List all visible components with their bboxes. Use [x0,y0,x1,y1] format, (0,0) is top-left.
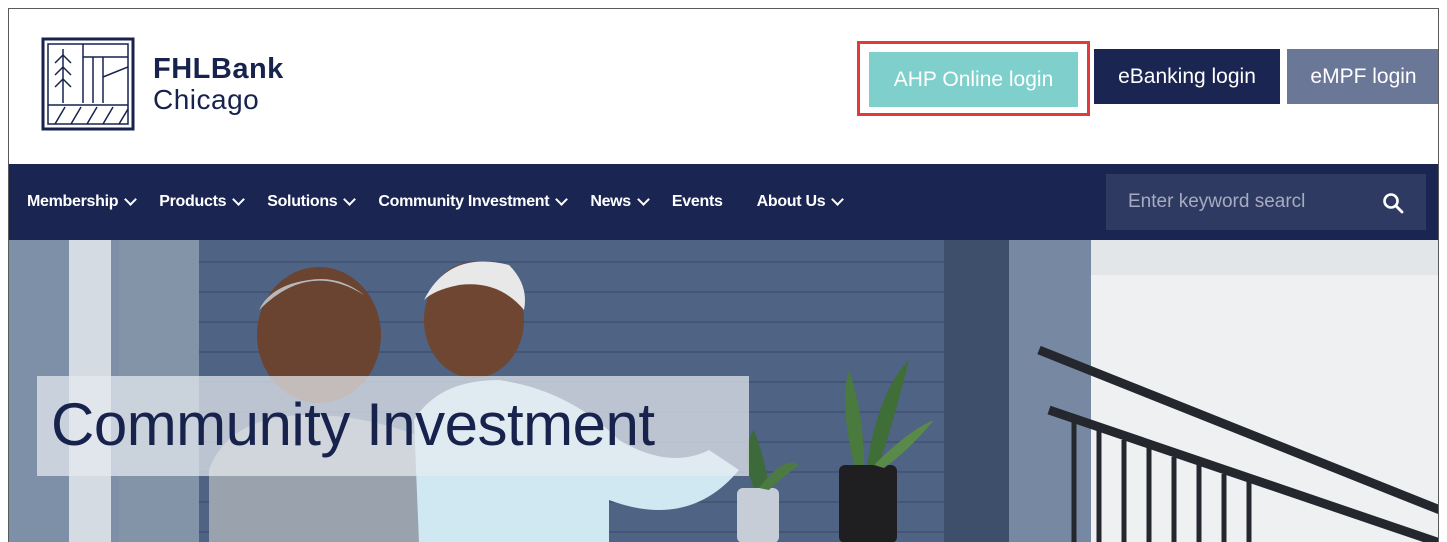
main-nav: Membership Products Solutions Community … [9,164,1438,240]
nav-item-news[interactable]: News [590,193,650,211]
empf-login-button[interactable]: eMPF login [1287,49,1438,104]
nav-item-products[interactable]: Products [159,193,246,211]
chevron-down-icon [637,193,650,206]
nav-menu: Membership Products Solutions Community … [27,164,866,240]
search-box [1106,174,1426,230]
nav-item-events[interactable]: Events [672,193,723,211]
chevron-down-icon [232,193,246,206]
nav-item-about-us[interactable]: About Us [756,193,845,211]
nav-item-membership[interactable]: Membership [27,193,138,211]
nav-item-label: Events [671,193,723,210]
ahp-online-login-button[interactable]: AHP Online login [869,52,1078,107]
nav-item-solutions[interactable]: Solutions [267,193,357,211]
nav-item-label: Community Investment [378,193,550,210]
chevron-down-icon [555,193,569,206]
hero-banner: Community Investment [9,240,1438,542]
site-logo[interactable]: FHLBank Chicago [41,37,284,131]
ahp-login-highlight: AHP Online login [857,41,1090,116]
nav-item-label: Products [159,193,227,210]
nav-item-community-investment[interactable]: Community Investment [378,193,569,211]
ebanking-login-button[interactable]: eBanking login [1094,49,1280,104]
fhlbank-logo-icon [41,37,135,131]
chevron-down-icon [124,193,138,206]
logo-line-2: Chicago [153,83,260,115]
nav-item-label: News [590,193,631,210]
logo-line-1: FHLBank [153,53,284,86]
site-header: FHLBank Chicago AHP Online login eBankin… [9,9,1438,164]
chevron-down-icon [831,193,845,206]
chevron-down-icon [343,193,357,206]
search-icon[interactable] [1381,191,1405,215]
page-title: Community Investment [51,391,655,458]
nav-item-label: About Us [756,193,826,210]
browser-viewport: FHLBank Chicago AHP Online login eBankin… [8,8,1439,542]
nav-item-label: Solutions [267,193,338,210]
nav-item-label: Membership [27,193,119,210]
hero-title-panel: Community Investment [37,376,749,476]
logo-wordmark: FHLBank Chicago [153,54,284,114]
search-input[interactable] [1106,174,1366,230]
